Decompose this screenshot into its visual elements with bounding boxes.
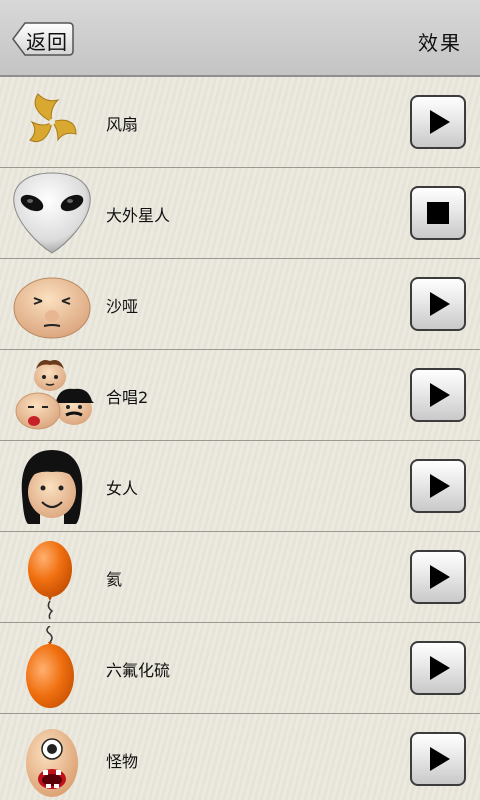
play-button[interactable] [410, 368, 466, 422]
fan-icon [29, 93, 77, 142]
effect-label: 怪物 [106, 752, 139, 771]
top-bar: 返回 效果 [0, 0, 480, 77]
effect-label: 六氟化硫 [106, 661, 171, 680]
chorus-faces-icon [15, 360, 94, 430]
woman-face-icon [21, 450, 83, 524]
play-icon [430, 565, 450, 589]
effect-label: 合唱2 [106, 388, 149, 407]
page-title: 效果 [418, 31, 462, 55]
play-button[interactable] [410, 550, 466, 604]
play-button[interactable] [410, 459, 466, 513]
monster-icon [26, 729, 78, 797]
effect-row-woman[interactable]: 女人 [0, 441, 480, 532]
play-icon [430, 747, 450, 771]
play-icon [430, 292, 450, 316]
hoarse-face-icon [13, 277, 91, 339]
effect-label: 风扇 [106, 115, 139, 134]
effect-row-monster[interactable]: 怪物 [0, 714, 480, 800]
effect-label: 氦 [106, 570, 123, 589]
heavy-balloon-icon [26, 626, 74, 708]
play-button[interactable] [410, 641, 466, 695]
effect-label: 沙哑 [106, 297, 139, 316]
effect-row-sf6[interactable]: 六氟化硫 [0, 623, 480, 714]
alien-icon [13, 172, 91, 254]
play-icon [430, 656, 450, 680]
play-icon [430, 474, 450, 498]
balloon-icon [28, 541, 72, 619]
effect-row-chorus[interactable]: 合唱2 [0, 350, 480, 441]
effect-row-hoarse[interactable]: 沙哑 [0, 259, 480, 350]
play-button[interactable] [410, 277, 466, 331]
effect-row-helium[interactable]: 氦 [0, 532, 480, 623]
play-icon [430, 110, 450, 134]
stop-icon [427, 202, 449, 224]
play-button[interactable] [410, 732, 466, 786]
effect-row-fan[interactable]: 风扇 [0, 75, 480, 168]
back-label: 返回 [26, 30, 68, 54]
effects-list: 风扇 大外星人 沙哑 合唱2 女人 氦 六氟化硫 怪物 [0, 75, 480, 800]
effect-label: 女人 [106, 479, 139, 498]
play-icon [430, 383, 450, 407]
back-button[interactable]: 返回 [12, 21, 74, 57]
stop-button[interactable] [410, 186, 466, 240]
effect-label: 大外星人 [106, 206, 171, 225]
play-button[interactable] [410, 95, 466, 149]
effect-row-alien[interactable]: 大外星人 [0, 168, 480, 259]
